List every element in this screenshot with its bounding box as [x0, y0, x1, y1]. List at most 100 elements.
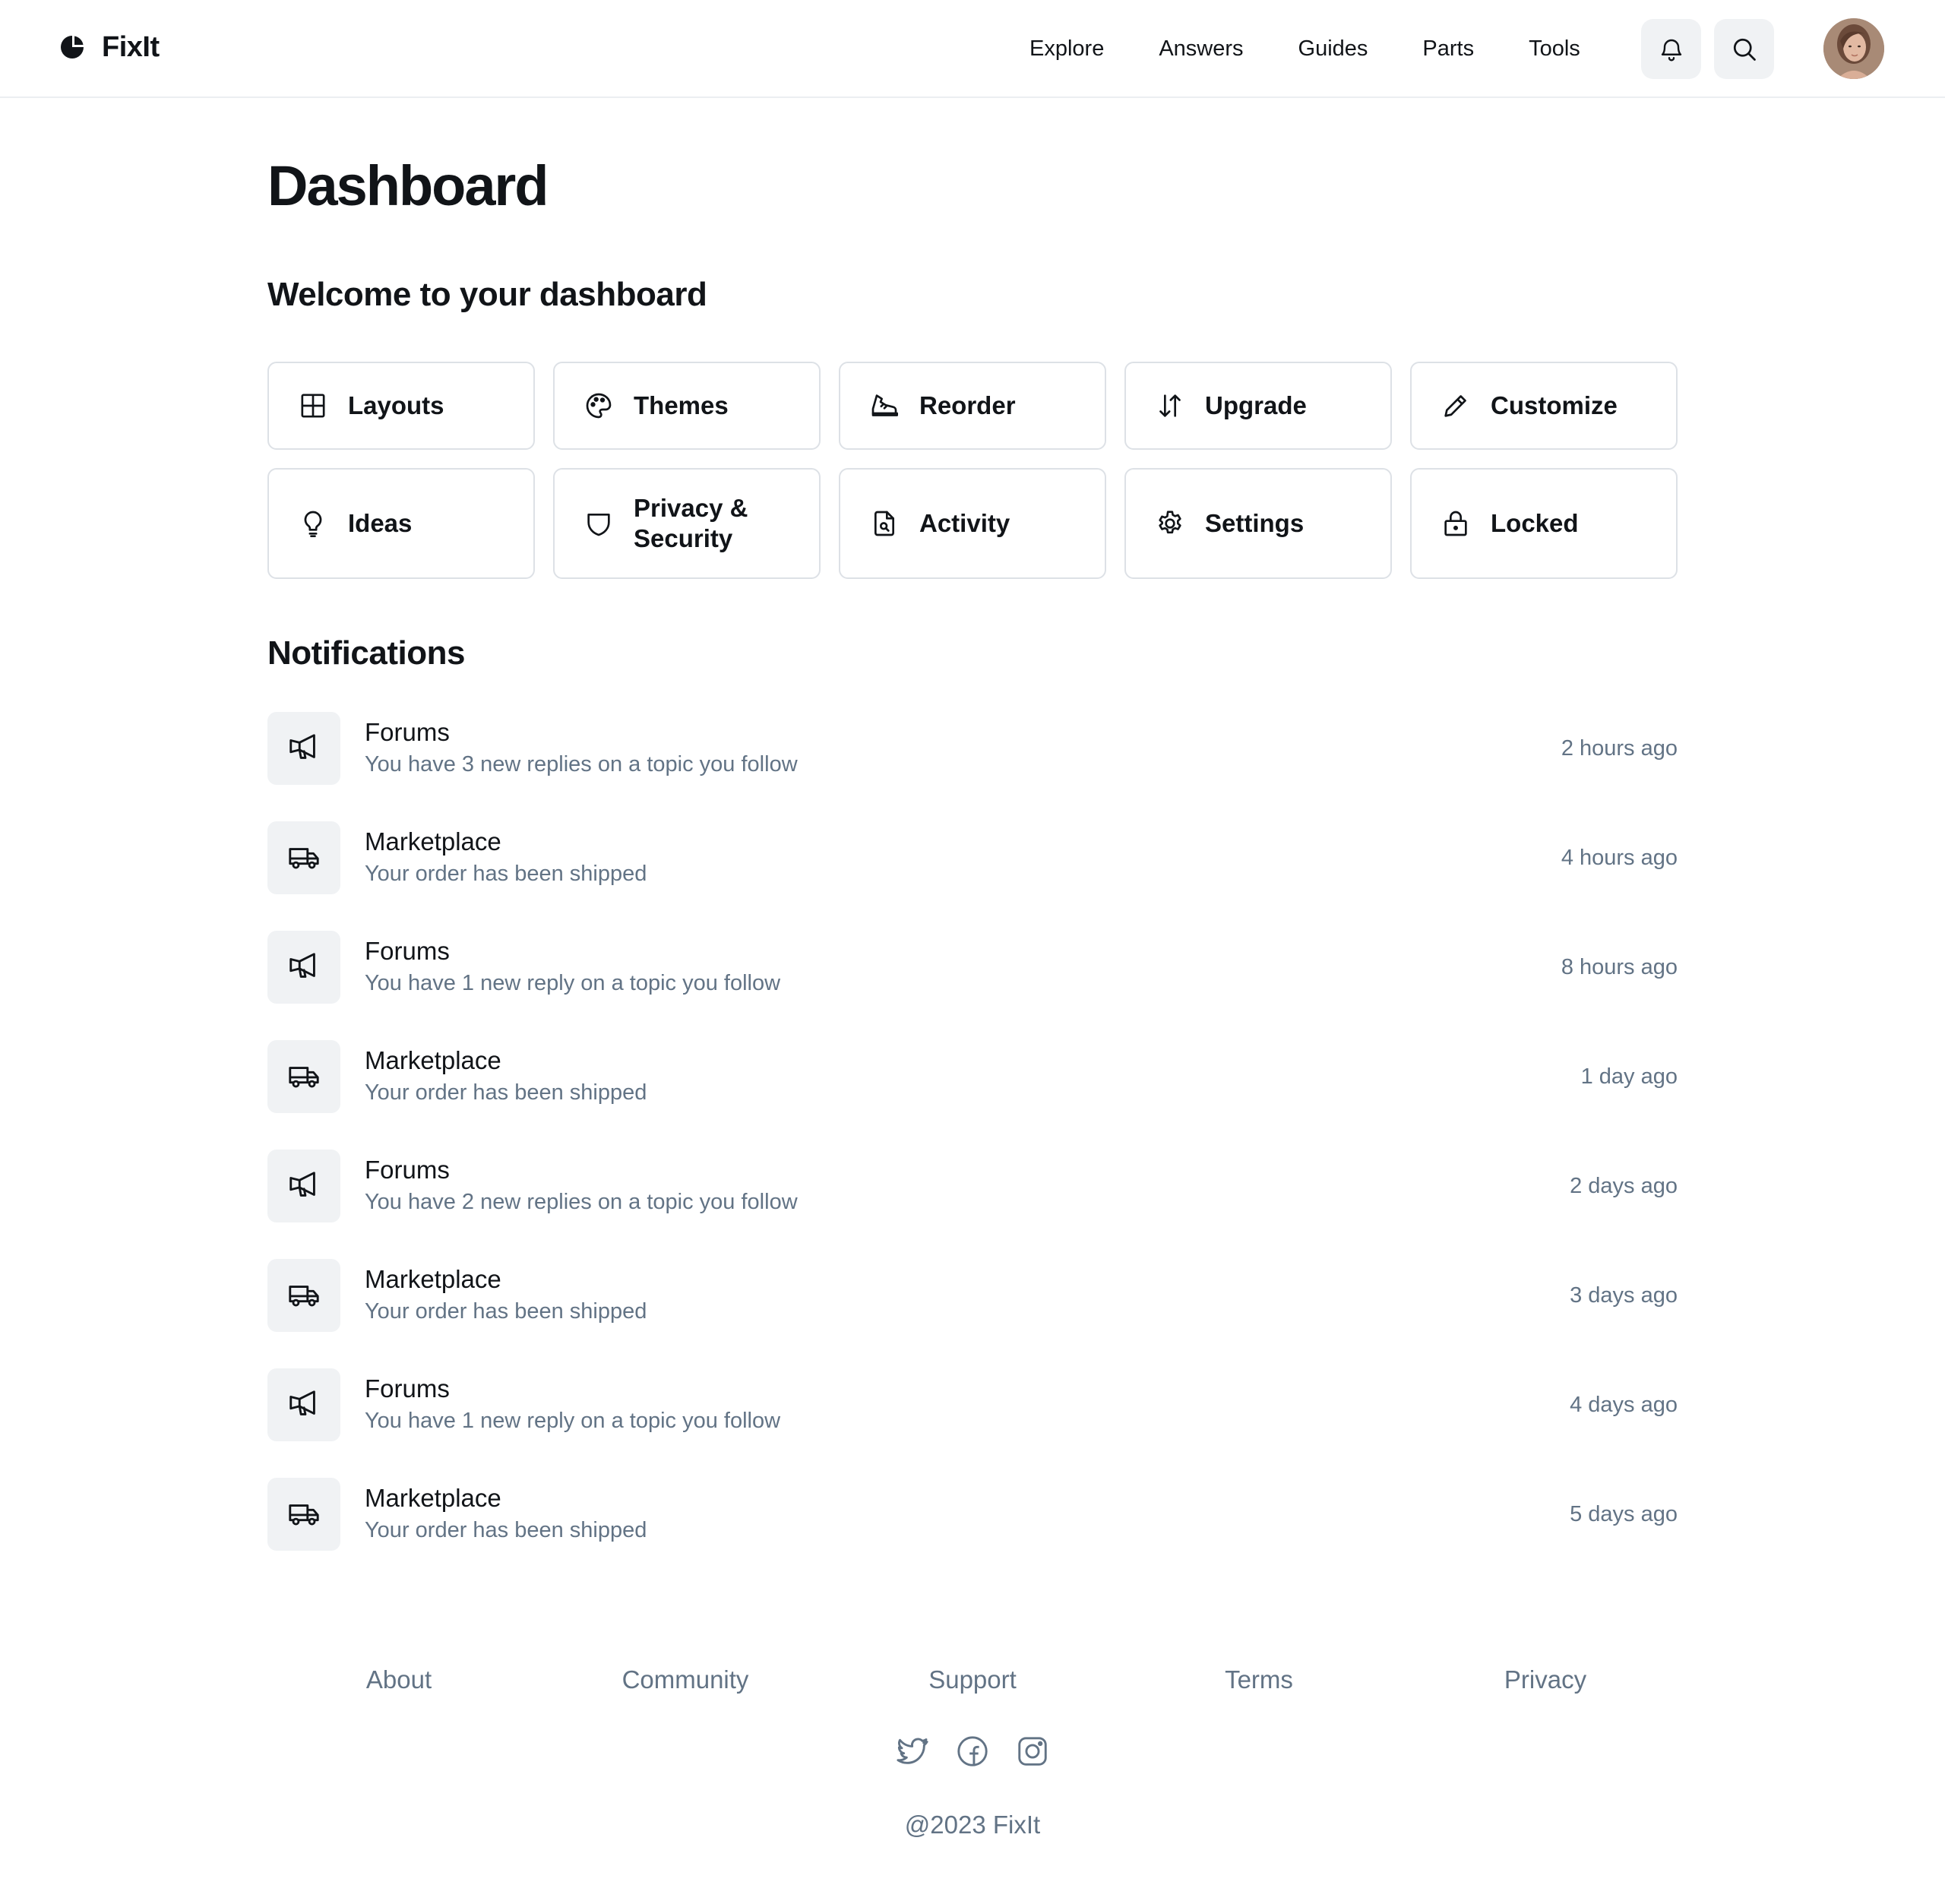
welcome-heading: Welcome to your dashboard	[267, 276, 707, 313]
notification-item[interactable]: Forums You have 2 new replies on a topic…	[267, 1149, 1678, 1223]
notification-time: 3 days ago	[1570, 1283, 1678, 1308]
main-nav: Explore Answers Guides Parts Tools	[1029, 30, 1580, 67]
notification-source: Forums	[365, 718, 450, 746]
notification-source: Marketplace	[365, 1484, 501, 1512]
truck-icon	[267, 821, 340, 894]
file-search-icon	[869, 508, 900, 539]
top-navbar: FixIt Explore Answers Guides Parts Tools	[0, 0, 1945, 98]
notification-item[interactable]: Marketplace Your order has been shipped …	[267, 1258, 1678, 1333]
notification-source: Marketplace	[365, 1265, 501, 1293]
social-links	[0, 1734, 1945, 1770]
notification-item[interactable]: Marketplace Your order has been shipped …	[267, 1039, 1678, 1114]
shield-icon	[584, 508, 614, 539]
nav-guides[interactable]: Guides	[1298, 36, 1368, 62]
page-title: Dashboard	[267, 154, 549, 217]
footer-links: About Community Support Terms Privacy	[0, 1662, 1945, 1698]
twitter-icon[interactable]	[895, 1734, 930, 1769]
notification-source: Marketplace	[365, 827, 501, 856]
megaphone-icon	[267, 1368, 340, 1441]
tile-label: Upgrade	[1205, 391, 1307, 419]
notification-time: 4 hours ago	[1561, 846, 1678, 870]
bell-icon	[1661, 39, 1681, 61]
tile-label: Themes	[634, 391, 729, 419]
notification-item[interactable]: Forums You have 3 new replies on a topic…	[267, 711, 1678, 786]
tile-customize[interactable]: Customize	[1410, 362, 1678, 450]
notification-time: 2 hours ago	[1561, 736, 1678, 761]
notification-item[interactable]: Marketplace Your order has been shipped …	[267, 821, 1678, 895]
lock-icon	[1441, 508, 1471, 539]
notification-time: 1 day ago	[1580, 1064, 1678, 1089]
tile-label: Ideas	[348, 509, 413, 537]
brand-logo-link[interactable]: FixIt	[59, 27, 160, 67]
fixit-logo-icon	[61, 36, 84, 59]
notification-item[interactable]: Forums You have 1 new reply on a topic y…	[267, 930, 1678, 1004]
notification-time: 8 hours ago	[1561, 955, 1678, 979]
lightbulb-icon	[298, 508, 328, 539]
pencil-icon	[1441, 391, 1471, 421]
notification-source: Forums	[365, 1156, 450, 1184]
megaphone-icon	[267, 1150, 340, 1222]
tile-ideas[interactable]: Ideas	[267, 468, 535, 579]
notification-time: 5 days ago	[1570, 1502, 1678, 1526]
sort-arrows-icon	[1155, 391, 1185, 421]
brand-name: FixIt	[102, 30, 160, 63]
notification-source: Forums	[365, 1374, 450, 1403]
tile-settings[interactable]: Settings	[1124, 468, 1392, 579]
facebook-icon[interactable]	[955, 1734, 990, 1769]
notification-message: You have 1 new reply on a topic you foll…	[365, 971, 781, 995]
search-icon	[1733, 38, 1756, 61]
tile-label: Customize	[1491, 391, 1618, 419]
tile-upgrade[interactable]: Upgrade	[1124, 362, 1392, 450]
nav-explore[interactable]: Explore	[1029, 36, 1104, 62]
footer-link-community[interactable]: Community	[622, 1662, 749, 1698]
notification-message: You have 1 new reply on a topic you foll…	[365, 1409, 781, 1433]
tile-label: Privacy & Security	[634, 494, 748, 552]
truck-icon	[267, 1478, 340, 1551]
notification-message: Your order has been shipped	[365, 1518, 647, 1542]
gear-icon	[1155, 508, 1185, 539]
copyright-text: @2023 FixIt	[904, 1811, 1041, 1839]
notification-message: Your order has been shipped	[365, 1299, 647, 1324]
megaphone-icon	[267, 712, 340, 785]
tile-reorder[interactable]: Reorder	[839, 362, 1106, 450]
notification-item[interactable]: Forums You have 1 new reply on a topic y…	[267, 1368, 1678, 1442]
notification-time: 2 days ago	[1570, 1174, 1678, 1198]
notification-item[interactable]: Marketplace Your order has been shipped …	[267, 1477, 1678, 1551]
shoe-icon	[869, 391, 900, 421]
avatar-photo	[1823, 18, 1884, 79]
tile-label: Reorder	[919, 391, 1016, 419]
tile-label: Locked	[1491, 509, 1579, 537]
notification-message: You have 2 new replies on a topic you fo…	[365, 1190, 798, 1214]
nav-tools[interactable]: Tools	[1529, 36, 1580, 62]
tile-label: Layouts	[348, 391, 444, 419]
nav-answers[interactable]: Answers	[1159, 36, 1243, 62]
nav-parts[interactable]: Parts	[1422, 36, 1474, 62]
footer-link-privacy[interactable]: Privacy	[1504, 1662, 1586, 1698]
tile-locked[interactable]: Locked	[1410, 468, 1678, 579]
tile-themes[interactable]: Themes	[553, 362, 821, 450]
notifications-heading: Notifications	[267, 634, 465, 672]
search-button[interactable]	[1714, 19, 1774, 79]
truck-icon	[267, 1259, 340, 1332]
notification-source: Marketplace	[365, 1046, 501, 1074]
notification-source: Forums	[365, 937, 450, 965]
notification-message: Your order has been shipped	[365, 862, 647, 886]
truck-icon	[267, 1040, 340, 1113]
palette-icon	[584, 391, 614, 421]
tile-activity[interactable]: Activity	[839, 468, 1106, 579]
tile-privacy-security[interactable]: Privacy & Security	[553, 468, 821, 579]
megaphone-icon	[267, 931, 340, 1004]
footer-link-about[interactable]: About	[366, 1662, 432, 1698]
footer-link-terms[interactable]: Terms	[1225, 1662, 1293, 1698]
tile-label: Activity	[919, 509, 1010, 537]
notification-message: You have 3 new replies on a topic you fo…	[365, 752, 798, 776]
notification-message: Your order has been shipped	[365, 1080, 647, 1105]
footer-link-support[interactable]: Support	[928, 1662, 1017, 1698]
notification-time: 4 days ago	[1570, 1393, 1678, 1417]
user-avatar[interactable]	[1823, 18, 1884, 79]
grid-icon	[298, 391, 328, 421]
instagram-icon[interactable]	[1015, 1734, 1050, 1769]
tile-layouts[interactable]: Layouts	[267, 362, 535, 450]
tile-label: Settings	[1205, 509, 1305, 537]
notifications-button[interactable]	[1641, 19, 1701, 79]
